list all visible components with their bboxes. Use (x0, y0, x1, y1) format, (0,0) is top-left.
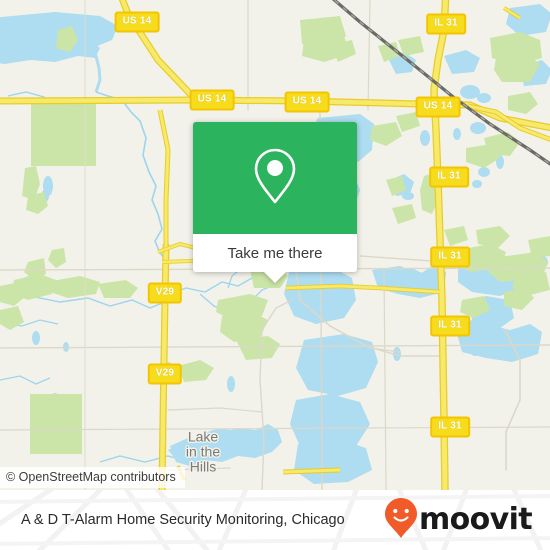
footer-bar: A & D T-Alarm Home Security Monitoring, … (0, 490, 550, 550)
road-shield: US 14 (284, 91, 330, 113)
osm-attribution[interactable]: © OpenStreetMap contributors (0, 467, 185, 488)
moovit-logo[interactable]: moovit (384, 497, 533, 544)
map-screenshot: US 14 US 14 US 14 US 14 IL 31 IL 31 IL 3… (0, 0, 550, 550)
road-shield: US 14 (114, 11, 160, 33)
take-me-there-label: Take me there (227, 244, 323, 262)
moovit-wordmark: moovit (418, 502, 533, 537)
road-shield: IL 31 (430, 246, 470, 268)
road-shield: US 14 (415, 96, 461, 118)
road-shield: IL 31 (426, 13, 466, 35)
road-shield: V29 (147, 363, 183, 385)
popup-action-area[interactable]: Take me there (193, 234, 357, 272)
road-shield: IL 31 (430, 416, 470, 438)
road-shield: IL 31 (429, 166, 469, 188)
popup-icon-area (193, 122, 357, 234)
moovit-pin-smiley-icon (384, 497, 418, 544)
popup-tail (264, 272, 286, 283)
road-shield: US 14 (189, 89, 235, 111)
road-shield: IL 31 (430, 315, 470, 337)
map-canvas[interactable]: US 14 US 14 US 14 US 14 IL 31 IL 31 IL 3… (0, 0, 550, 490)
map-pin-icon (249, 145, 301, 212)
page-title: A & D T-Alarm Home Security Monitoring, … (21, 512, 345, 528)
road-shield: V29 (147, 282, 183, 304)
map-marker-popup[interactable]: Take me there (193, 122, 357, 283)
